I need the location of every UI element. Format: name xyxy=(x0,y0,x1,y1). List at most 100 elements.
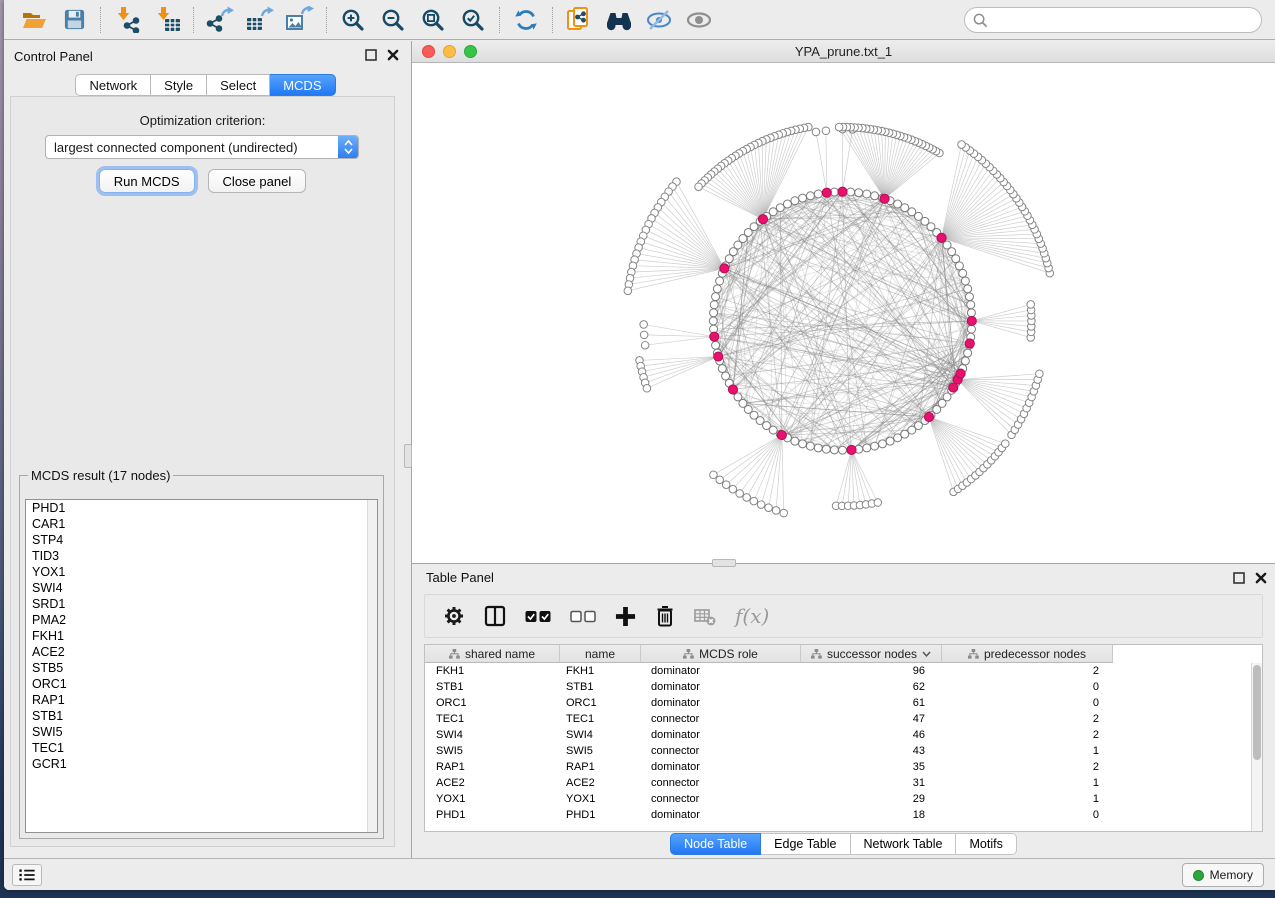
network-node[interactable] xyxy=(965,293,973,301)
table-row[interactable]: PHD1PHD1dominator180 xyxy=(425,807,1262,823)
table-row[interactable]: RAP1RAP1dominator352 xyxy=(425,759,1262,775)
network-dominator-node[interactable] xyxy=(822,188,831,197)
mcds-node-item[interactable]: RAP1 xyxy=(26,692,377,708)
table-row[interactable]: STB1STB1dominator620 xyxy=(425,679,1262,695)
network-node[interactable] xyxy=(799,194,807,202)
tab-edge-table[interactable]: Edge Table xyxy=(761,833,850,855)
memory-button[interactable]: Memory xyxy=(1182,863,1264,887)
network-node[interactable] xyxy=(814,444,822,452)
network-leaf-node[interactable] xyxy=(958,141,966,149)
table-row[interactable]: FKH1FKH1dominator962 xyxy=(425,663,1262,679)
network-node[interactable] xyxy=(863,444,871,452)
network-node[interactable] xyxy=(709,317,717,325)
network-leaf-node[interactable] xyxy=(835,123,843,131)
network-leaf-node[interactable] xyxy=(822,127,830,135)
network-dominator-node[interactable] xyxy=(956,369,965,378)
network-leaf-node[interactable] xyxy=(736,490,744,498)
column-header-shared-name[interactable]: shared name xyxy=(425,645,560,663)
run-mcds-button[interactable]: Run MCDS xyxy=(99,169,195,193)
save-session-icon[interactable] xyxy=(54,3,94,37)
network-node[interactable] xyxy=(806,192,814,200)
mcds-node-item[interactable]: STB5 xyxy=(26,660,377,676)
network-node[interactable] xyxy=(871,442,879,450)
float-panel-icon[interactable] xyxy=(365,49,377,61)
table-settings-gear-icon[interactable] xyxy=(443,605,465,627)
network-node[interactable] xyxy=(822,445,830,453)
vertical-splitter-grip[interactable] xyxy=(404,444,412,468)
mcds-node-item[interactable]: SWI5 xyxy=(26,724,377,740)
network-node[interactable] xyxy=(716,277,724,285)
export-network-icon[interactable] xyxy=(200,3,240,37)
close-panel-button[interactable]: Close panel xyxy=(208,169,307,193)
mcds-result-list[interactable]: PHD1CAR1STP4TID3YOX1SWI4SRD1PMA2FKH1ACE2… xyxy=(25,499,378,833)
network-node[interactable] xyxy=(863,190,871,198)
add-column-icon[interactable] xyxy=(615,606,636,627)
network-node[interactable] xyxy=(839,446,847,454)
network-node[interactable] xyxy=(961,277,969,285)
export-table-icon[interactable] xyxy=(240,3,280,37)
network-node[interactable] xyxy=(878,440,886,448)
mcds-node-item[interactable]: STP4 xyxy=(26,532,377,548)
network-node[interactable] xyxy=(847,188,855,196)
select-all-icon[interactable] xyxy=(525,610,551,623)
network-dominator-node[interactable] xyxy=(777,431,786,440)
network-leaf-node[interactable] xyxy=(695,183,703,191)
network-leaf-node[interactable] xyxy=(643,384,651,392)
network-canvas[interactable] xyxy=(412,63,1275,563)
tab-select[interactable]: Select xyxy=(207,74,270,96)
network-node[interactable] xyxy=(964,285,972,293)
network-leaf-node[interactable] xyxy=(757,501,765,509)
zoom-fit-icon[interactable] xyxy=(413,3,453,37)
show-all-eye-icon[interactable] xyxy=(679,3,719,37)
network-leaf-node[interactable] xyxy=(624,287,632,295)
network-dominator-node[interactable] xyxy=(720,264,729,273)
network-leaf-node[interactable] xyxy=(729,485,737,493)
column-header-MCDS-role[interactable]: MCDS role xyxy=(641,645,801,663)
open-file-icon[interactable] xyxy=(14,3,54,37)
show-panels-list-button[interactable] xyxy=(12,864,42,886)
network-dominator-node[interactable] xyxy=(937,233,946,242)
network-leaf-node[interactable] xyxy=(641,341,649,349)
network-dominator-node[interactable] xyxy=(967,316,976,325)
network-dominator-node[interactable] xyxy=(924,412,933,421)
column-header-name[interactable]: name xyxy=(560,645,641,663)
mcds-node-item[interactable]: CAR1 xyxy=(26,516,377,532)
horizontal-splitter-grip[interactable] xyxy=(712,559,736,567)
network-leaf-node[interactable] xyxy=(710,471,718,479)
network-leaf-node[interactable] xyxy=(780,509,788,517)
network-node[interactable] xyxy=(871,192,879,200)
network-leaf-node[interactable] xyxy=(743,494,751,502)
mcds-node-item[interactable]: YOX1 xyxy=(26,564,377,580)
network-node[interactable] xyxy=(967,325,975,333)
network-leaf-node[interactable] xyxy=(750,497,758,505)
deselect-all-icon[interactable] xyxy=(570,610,596,623)
clone-network-icon[interactable] xyxy=(559,3,599,37)
search-input[interactable] xyxy=(993,13,1243,27)
network-leaf-node[interactable] xyxy=(812,128,820,136)
network-node[interactable] xyxy=(791,437,799,445)
network-node[interactable] xyxy=(713,285,721,293)
table-row[interactable]: TEC1TEC1connector472 xyxy=(425,711,1262,727)
close-panel-icon[interactable] xyxy=(1255,572,1267,584)
mcds-node-item[interactable]: GCR1 xyxy=(26,756,377,772)
zoom-in-icon[interactable] xyxy=(333,3,373,37)
network-dominator-node[interactable] xyxy=(758,215,767,224)
table-scrollbar-thumb[interactable] xyxy=(1253,665,1261,760)
network-node[interactable] xyxy=(806,442,814,450)
network-dominator-node[interactable] xyxy=(949,383,958,392)
table-scrollbar[interactable] xyxy=(1251,663,1262,831)
network-node[interactable] xyxy=(791,197,799,205)
network-node[interactable] xyxy=(967,301,975,309)
mcds-node-item[interactable]: SWI4 xyxy=(26,580,377,596)
tab-network-table[interactable]: Network Table xyxy=(851,833,957,855)
network-dominator-node[interactable] xyxy=(838,187,847,196)
show-columns-icon[interactable] xyxy=(484,605,506,627)
zoom-out-icon[interactable] xyxy=(373,3,413,37)
network-leaf-node[interactable] xyxy=(640,331,648,339)
hide-selected-eye-slash-icon[interactable] xyxy=(639,3,679,37)
network-dominator-node[interactable] xyxy=(965,339,974,348)
network-dominator-node[interactable] xyxy=(880,194,889,203)
close-panel-icon[interactable] xyxy=(387,49,399,61)
mcds-node-item[interactable]: FKH1 xyxy=(26,628,377,644)
node-table[interactable]: shared namenameMCDS rolesuccessor nodesp… xyxy=(424,644,1263,832)
